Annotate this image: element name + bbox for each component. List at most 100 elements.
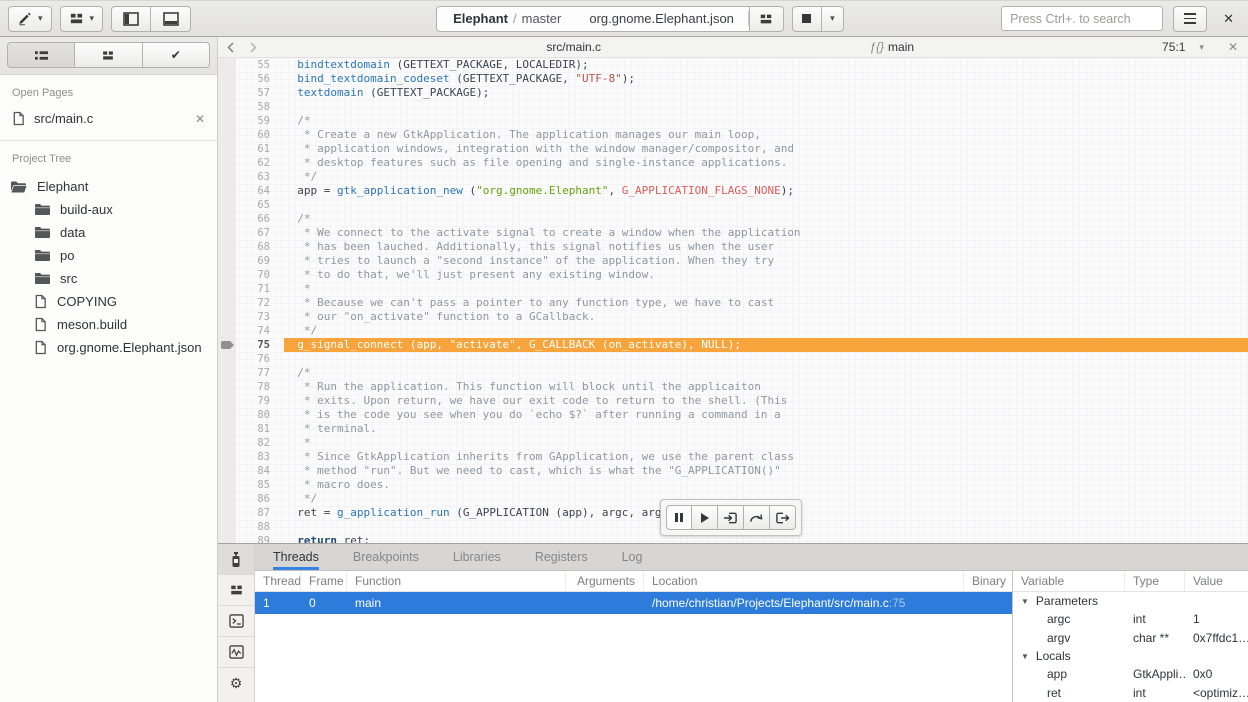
code-text[interactable]: * terminal. [284, 422, 1248, 436]
breakpoint-gutter[interactable] [218, 86, 236, 100]
code-line[interactable]: 69 * tries to launch a "second instance"… [218, 254, 1248, 268]
breakpoint-gutter[interactable] [218, 240, 236, 254]
code-text[interactable]: * to do that, we'll just present any exi… [284, 268, 1248, 282]
variable-row[interactable]: ret int <optimiz… [1013, 684, 1248, 702]
code-line[interactable]: 68 * has been lauched. Additionally, thi… [218, 240, 1248, 254]
variable-row[interactable]: argv char ** 0x7ffdc1… [1013, 629, 1248, 647]
breakpoint-gutter[interactable] [218, 408, 236, 422]
breakpoint-gutter[interactable] [218, 506, 236, 520]
breakpoint-gutter[interactable] [218, 184, 236, 198]
code-text[interactable]: * is the code you see when you do `echo … [284, 408, 1248, 422]
code-editor[interactable]: 55 bindtextdomain (GETTEXT_PACKAGE, LOCA… [218, 58, 1248, 543]
code-text[interactable]: * method "run". But we need to cast, whi… [284, 464, 1248, 478]
variable-group-row[interactable]: ▼Parameters [1013, 592, 1248, 610]
tree-item-build-aux[interactable]: build-aux [0, 198, 217, 221]
code-text[interactable] [284, 352, 1248, 366]
code-text[interactable]: * exits. Upon return, we have our exit c… [284, 394, 1248, 408]
current-symbol-chip[interactable]: ƒ{}main [869, 40, 914, 54]
breakpoint-gutter[interactable] [218, 198, 236, 212]
breakpoint-gutter[interactable] [218, 338, 236, 352]
code-line[interactable]: 66 /* [218, 212, 1248, 226]
code-text[interactable]: * Create a new GtkApplication. The appli… [284, 128, 1248, 142]
code-text[interactable]: bindtextdomain (GETTEXT_PACKAGE, LOCALED… [284, 58, 1248, 72]
code-text[interactable]: * our "on_activate" function to a GCallb… [284, 310, 1248, 324]
code-text[interactable]: * Since GtkApplication inherits from GAp… [284, 450, 1248, 464]
menu-button[interactable] [1173, 6, 1207, 32]
variable-row[interactable]: argc int 1 [1013, 610, 1248, 628]
code-text[interactable]: * Because we can't pass a pointer to any… [284, 296, 1248, 310]
code-line[interactable]: 61 * application windows, integration wi… [218, 142, 1248, 156]
breakpoint-gutter[interactable] [218, 380, 236, 394]
terminal-panel-button[interactable] [218, 606, 254, 637]
code-line[interactable]: 64 app = gtk_application_new ("org.gnome… [218, 184, 1248, 198]
tree-item-manifest-json[interactable]: org.gnome.Elephant.json [0, 336, 217, 359]
code-text[interactable]: * tries to launch a "second instance" of… [284, 254, 1248, 268]
build-pipeline-panel-button[interactable] [218, 575, 254, 606]
code-line[interactable]: 65 [218, 198, 1248, 212]
code-line[interactable]: 81 * terminal. [218, 422, 1248, 436]
highlighted-code-text[interactable]: g_signal_connect (app, "activate", G_CAL… [284, 338, 1248, 352]
code-line[interactable]: 56 bind_textdomain_codeset (GETTEXT_PACK… [218, 72, 1248, 86]
column-thread[interactable]: Thread [255, 571, 301, 591]
build-button[interactable] [750, 6, 784, 32]
tab-threads[interactable]: Threads [273, 544, 319, 570]
code-text[interactable]: /* [284, 366, 1248, 380]
code-line[interactable]: 76 [218, 352, 1248, 366]
back-icon[interactable] [226, 42, 235, 53]
breakpoint-gutter[interactable] [218, 436, 236, 450]
column-arguments[interactable]: Arguments [566, 571, 644, 591]
breakpoint-gutter[interactable] [218, 100, 236, 114]
breakpoint-gutter[interactable] [218, 156, 236, 170]
breakpoint-gutter[interactable] [218, 352, 236, 366]
pause-button[interactable] [666, 505, 692, 530]
tab-log[interactable]: Log [622, 544, 643, 570]
open-page-item[interactable]: src/main.c ✕ [0, 105, 217, 134]
code-text[interactable]: * Run the application. This function wil… [284, 380, 1248, 394]
sidebar-tab-build[interactable] [75, 42, 142, 68]
window-close-button[interactable]: ✕ [1217, 11, 1240, 27]
code-line[interactable]: 57 textdomain (GETTEXT_PACKAGE); [218, 86, 1248, 100]
build-menu-button[interactable]: ▾ [60, 6, 104, 32]
code-line[interactable]: 75 g_signal_connect (app, "activate", G_… [218, 338, 1248, 352]
breakpoint-gutter[interactable] [218, 520, 236, 534]
breakpoint-gutter[interactable] [218, 534, 236, 543]
code-line[interactable]: 72 * Because we can't pass a pointer to … [218, 296, 1248, 310]
breakpoint-gutter[interactable] [218, 366, 236, 380]
breakpoint-gutter[interactable] [218, 142, 236, 156]
column-location[interactable]: Location [644, 571, 964, 591]
code-text[interactable]: * [284, 282, 1248, 296]
processes-panel-button[interactable]: ⚙ [218, 668, 254, 699]
sidebar-tab-todo[interactable]: ✔ [143, 42, 210, 68]
code-text[interactable]: * desktop features such as file opening … [284, 156, 1248, 170]
close-page-button[interactable]: ✕ [193, 112, 207, 126]
breakpoint-gutter[interactable] [218, 254, 236, 268]
code-line[interactable]: 78 * Run the application. This function … [218, 380, 1248, 394]
breakpoint-gutter[interactable] [218, 478, 236, 492]
forward-icon[interactable] [249, 42, 258, 53]
code-line[interactable]: 83 * Since GtkApplication inherits from … [218, 450, 1248, 464]
tree-item-elephant[interactable]: Elephant [0, 175, 217, 198]
code-line[interactable]: 74 */ [218, 324, 1248, 338]
code-text[interactable] [284, 198, 1248, 212]
editor-close-button[interactable]: ✕ [1218, 40, 1240, 54]
column-frame[interactable]: Frame [301, 571, 347, 591]
stop-button[interactable] [792, 6, 822, 32]
code-line[interactable]: 79 * exits. Upon return, we have our exi… [218, 394, 1248, 408]
breakpoint-gutter[interactable] [218, 324, 236, 338]
code-line[interactable]: 63 */ [218, 170, 1248, 184]
code-text[interactable]: bind_textdomain_codeset (GETTEXT_PACKAGE… [284, 72, 1248, 86]
code-line[interactable]: 80 * is the code you see when you do `ec… [218, 408, 1248, 422]
step-in-button[interactable] [718, 505, 744, 530]
step-over-button[interactable] [744, 505, 770, 530]
breakpoint-gutter[interactable] [218, 128, 236, 142]
breakpoint-gutter[interactable] [218, 310, 236, 324]
breakpoint-gutter[interactable] [218, 296, 236, 310]
code-text[interactable]: /* [284, 212, 1248, 226]
code-text[interactable]: * application windows, integration with … [284, 142, 1248, 156]
code-text[interactable]: /* [284, 114, 1248, 128]
column-value[interactable]: Value [1185, 571, 1248, 591]
breakpoint-gutter[interactable] [218, 72, 236, 86]
continue-button[interactable] [692, 505, 718, 530]
toggle-bottom-panel-button[interactable] [151, 6, 191, 32]
column-type[interactable]: Type [1125, 571, 1185, 591]
